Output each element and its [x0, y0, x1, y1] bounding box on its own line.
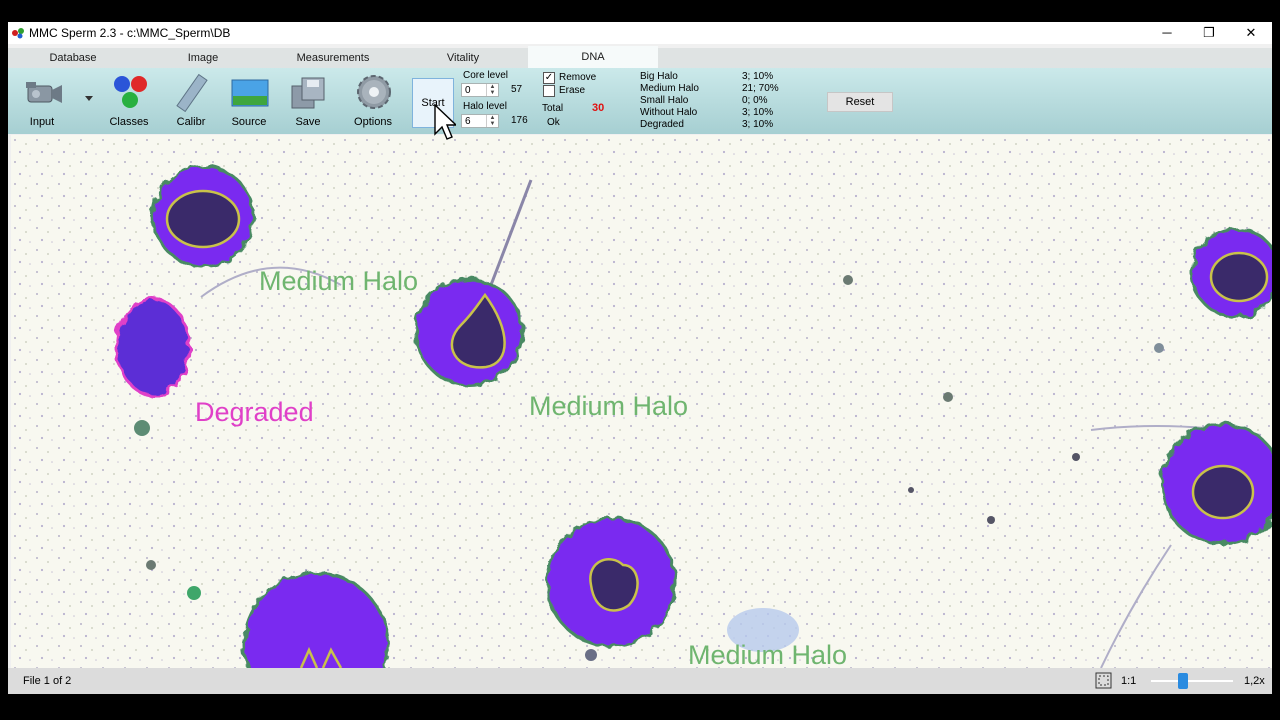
- erase-label: Erase: [559, 85, 586, 96]
- classification-label-medium-halo: Medium Halo: [688, 640, 848, 668]
- halo-level-value: 6: [465, 116, 471, 127]
- core-level-readout: 57: [511, 84, 523, 95]
- source-label: Source: [231, 116, 267, 128]
- calibr-button[interactable]: Calibr: [161, 70, 221, 130]
- source-button[interactable]: Source: [219, 70, 279, 130]
- mouse-pointer-icon: [434, 104, 456, 140]
- app-window: MMC Sperm 2.3 - c:\MMC_Sperm\DB ─ ❐ ✕ Da…: [8, 22, 1272, 694]
- input-label: Input: [29, 116, 55, 128]
- gear-icon: [357, 75, 391, 109]
- stat-without-halo-name: Without Halo: [640, 107, 698, 118]
- minimize-button[interactable]: ─: [1146, 22, 1188, 44]
- input-button[interactable]: Input: [12, 70, 72, 130]
- halo-level-spinner[interactable]: 6 ▲ ▼: [461, 114, 499, 128]
- input-dropdown-icon[interactable]: [85, 96, 93, 102]
- classification-label-degraded: Degraded: [195, 397, 314, 427]
- stat-degraded-value: 3; 10%: [742, 119, 774, 130]
- stat-degraded-name: Degraded: [640, 119, 684, 130]
- options-button[interactable]: Options: [343, 70, 403, 130]
- core-level-label: Core level: [463, 70, 509, 81]
- zoom-level: 1,2x: [1244, 675, 1265, 687]
- fit-to-window-icon[interactable]: [1095, 672, 1112, 689]
- calibr-label: Calibr: [176, 116, 206, 128]
- title-bar: MMC Sperm 2.3 - c:\MMC_Sperm\DB ─ ❐ ✕: [8, 22, 1272, 44]
- image-canvas[interactable]: Medium Halo Medium Halo Medium Halo Degr…: [11, 135, 1272, 668]
- save-label: Save: [295, 116, 321, 128]
- classes-button[interactable]: Classes: [99, 70, 159, 130]
- reset-button[interactable]: Reset: [827, 92, 893, 112]
- tab-database[interactable]: Database: [8, 48, 138, 68]
- classes-icon: [114, 76, 147, 108]
- tab-measurements[interactable]: Measurements: [268, 48, 398, 68]
- stat-without-halo-value: 3; 10%: [742, 107, 774, 118]
- zoom-slider-track[interactable]: [1151, 680, 1233, 682]
- total-status: Ok: [547, 117, 560, 128]
- classification-label-medium-halo: Medium Halo: [529, 391, 689, 421]
- total-label: Total: [542, 103, 564, 114]
- classes-label: Classes: [109, 116, 149, 128]
- window-title: MMC Sperm 2.3 - c:\MMC_Sperm\DB: [29, 26, 231, 40]
- classification-label-medium-halo: Medium Halo: [259, 266, 419, 296]
- remove-label: Remove: [559, 72, 597, 83]
- save-disks-icon: [291, 77, 325, 109]
- file-counter: File 1 of 2: [23, 675, 72, 687]
- stat-big-halo-name: Big Halo: [640, 71, 678, 82]
- halo-level-readout: 176: [511, 115, 528, 126]
- close-button[interactable]: ✕: [1230, 22, 1272, 44]
- status-bar: File 1 of 2 1:1 1,2x: [8, 668, 1272, 694]
- halo-level-label: Halo level: [463, 101, 507, 112]
- actual-size-button[interactable]: 1:1: [1121, 675, 1136, 687]
- stat-medium-halo-value: 21; 70%: [742, 83, 779, 94]
- stat-big-halo-value: 3; 10%: [742, 71, 774, 82]
- toolbar-ribbon: Input Classes Calibr Source Save Options…: [8, 68, 1272, 134]
- restore-button[interactable]: ❐: [1188, 22, 1230, 44]
- stat-small-halo-value: 0; 0%: [742, 95, 768, 106]
- spinner-arrows-icon[interactable]: ▲ ▼: [486, 84, 498, 96]
- zoom-slider-handle[interactable]: [1178, 673, 1188, 689]
- remove-checkbox[interactable]: ✓: [543, 72, 555, 84]
- ruler-icon: [176, 73, 208, 112]
- app-logo-icon: [12, 28, 24, 39]
- spinner-arrows-icon[interactable]: ▲ ▼: [486, 115, 498, 127]
- total-value: 30: [592, 102, 605, 114]
- core-level-spinner[interactable]: 0 ▲ ▼: [461, 83, 499, 97]
- save-button[interactable]: Save: [278, 70, 338, 130]
- landscape-image-icon: [231, 79, 269, 107]
- options-label: Options: [354, 116, 392, 128]
- tab-dna[interactable]: DNA: [528, 46, 658, 68]
- camera-icon: [26, 82, 62, 103]
- tab-image[interactable]: Image: [138, 48, 268, 68]
- erase-checkbox[interactable]: [543, 85, 555, 97]
- tab-vitality[interactable]: Vitality: [398, 48, 528, 68]
- core-level-value: 0: [465, 85, 471, 96]
- stat-medium-halo-name: Medium Halo: [640, 83, 699, 94]
- tab-bar: Database Image Measurements Vitality DNA: [8, 46, 1272, 68]
- stat-small-halo-name: Small Halo: [640, 95, 689, 106]
